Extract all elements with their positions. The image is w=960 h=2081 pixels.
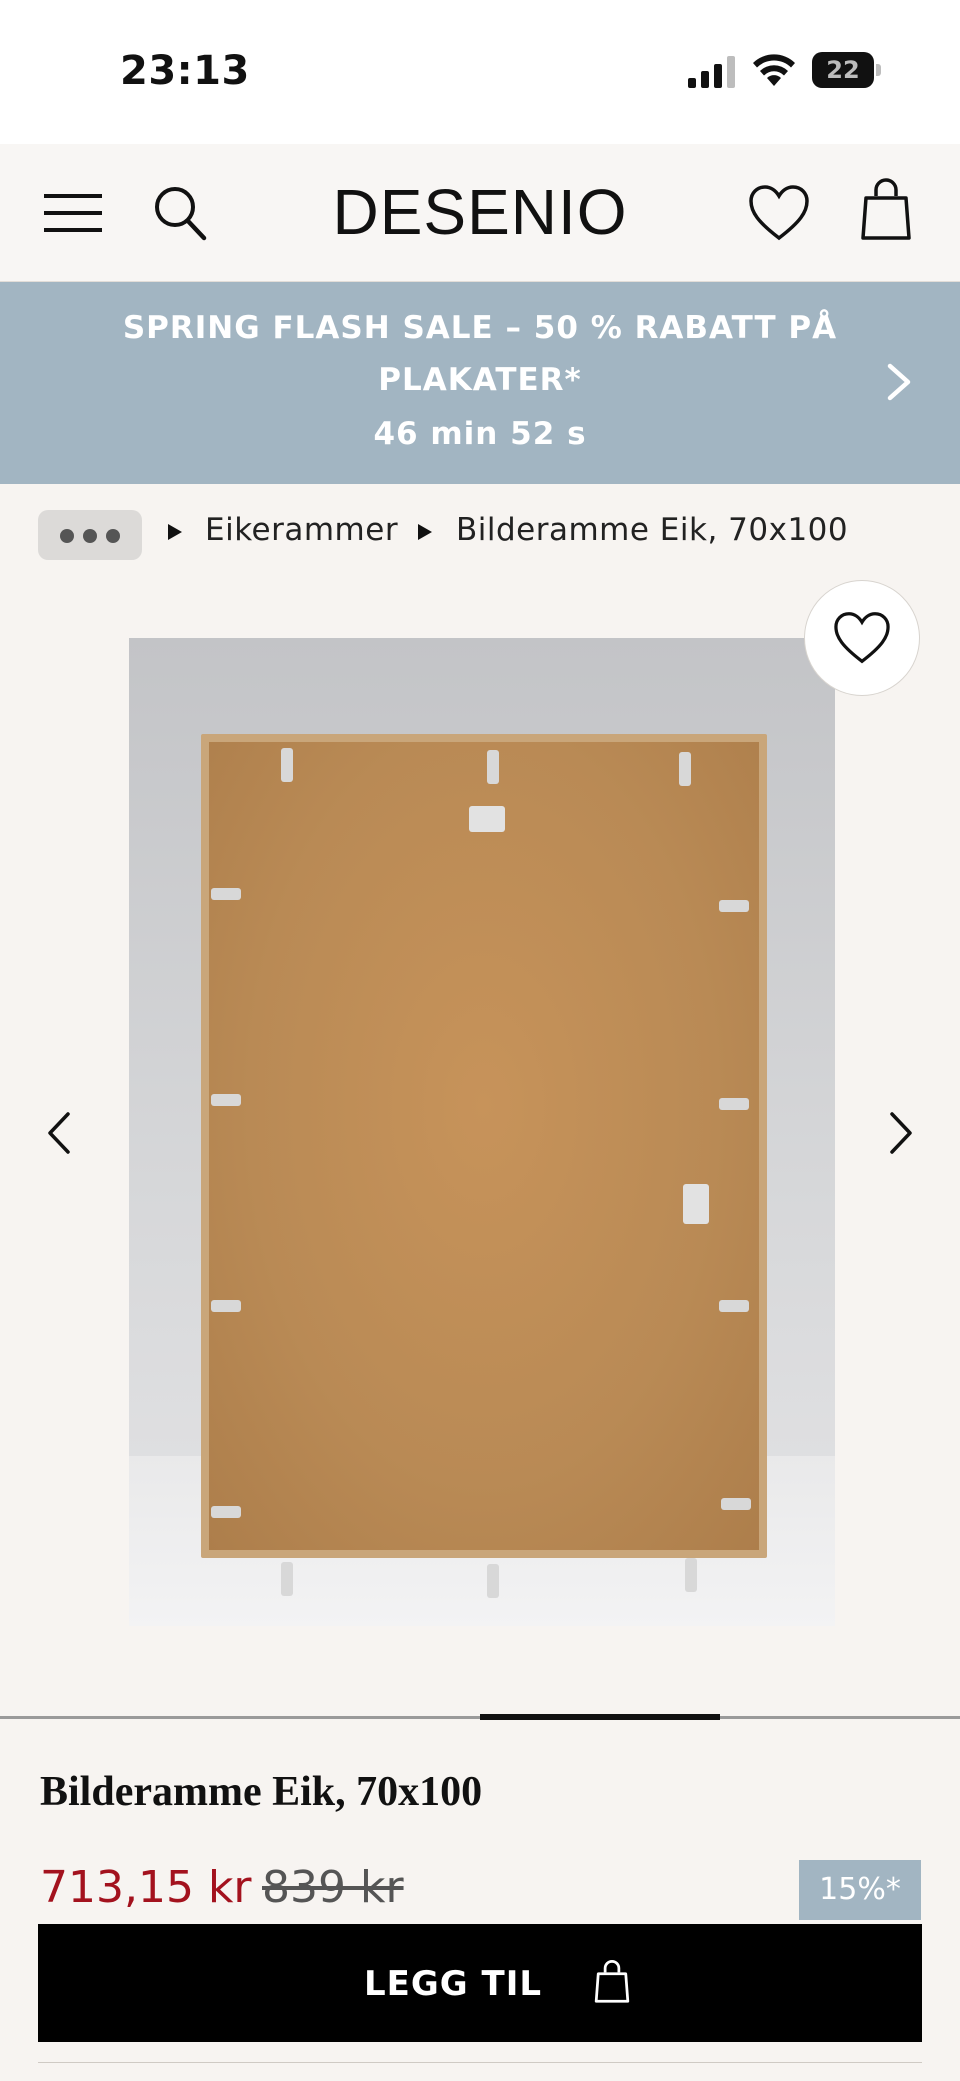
- product-title: Bilderamme Eik, 70x100: [40, 1769, 483, 1815]
- menu-icon[interactable]: [42, 188, 104, 238]
- add-to-wishlist-button[interactable]: [804, 580, 920, 696]
- breadcrumb-more-button[interactable]: [38, 510, 142, 560]
- chevron-right-icon[interactable]: [884, 362, 914, 402]
- divider: [38, 2062, 922, 2063]
- battery-icon: 22: [812, 52, 882, 88]
- gallery-next-chevron-right-icon[interactable]: [886, 1108, 916, 1158]
- wifi-icon: [753, 54, 795, 86]
- original-price: 839 kr: [262, 1862, 404, 1913]
- promo-text: SPRING FLASH SALE – 50 % RABATT PÅ PLAKA…: [122, 310, 838, 398]
- gallery-progress-indicator: [480, 1714, 720, 1720]
- breadcrumb-item-current: Bilderamme Eik, 70x100: [456, 512, 849, 548]
- add-to-cart-label: LEGG TIL: [364, 1964, 543, 2004]
- breadcrumb-separator-icon: [168, 524, 182, 540]
- heart-icon: [834, 612, 890, 664]
- cellular-signal-icon: [688, 56, 735, 88]
- promo-countdown: 46 min 52 s: [373, 416, 587, 452]
- desenio-logo[interactable]: DESENIO: [300, 172, 660, 252]
- promo-banner[interactable]: SPRING FLASH SALE – 50 % RABATT PÅ PLAKA…: [0, 282, 960, 484]
- shopping-bag-icon[interactable]: [860, 178, 912, 242]
- discount-badge: 15%*: [799, 1860, 921, 1920]
- add-to-cart-button[interactable]: LEGG TIL: [38, 1924, 922, 2042]
- product-gallery: [0, 580, 960, 1720]
- wishlist-heart-icon[interactable]: [748, 184, 810, 242]
- gallery-prev-chevron-left-icon[interactable]: [44, 1108, 74, 1158]
- breadcrumb-separator-icon: [418, 524, 432, 540]
- product-image[interactable]: [129, 638, 835, 1626]
- search-icon[interactable]: [152, 184, 208, 242]
- status-time: 23:13: [120, 48, 250, 94]
- breadcrumb-item-eikerammer[interactable]: Eikerammer: [205, 512, 398, 548]
- battery-level: 22: [826, 56, 860, 84]
- site-header: DESENIO: [0, 144, 960, 282]
- breadcrumb: Eikerammer Bilderamme Eik, 70x100: [0, 484, 960, 580]
- sale-price: 713,15 kr: [40, 1862, 252, 1913]
- status-bar: 23:13 22: [0, 0, 960, 144]
- shopping-bag-icon: [594, 1960, 630, 2003]
